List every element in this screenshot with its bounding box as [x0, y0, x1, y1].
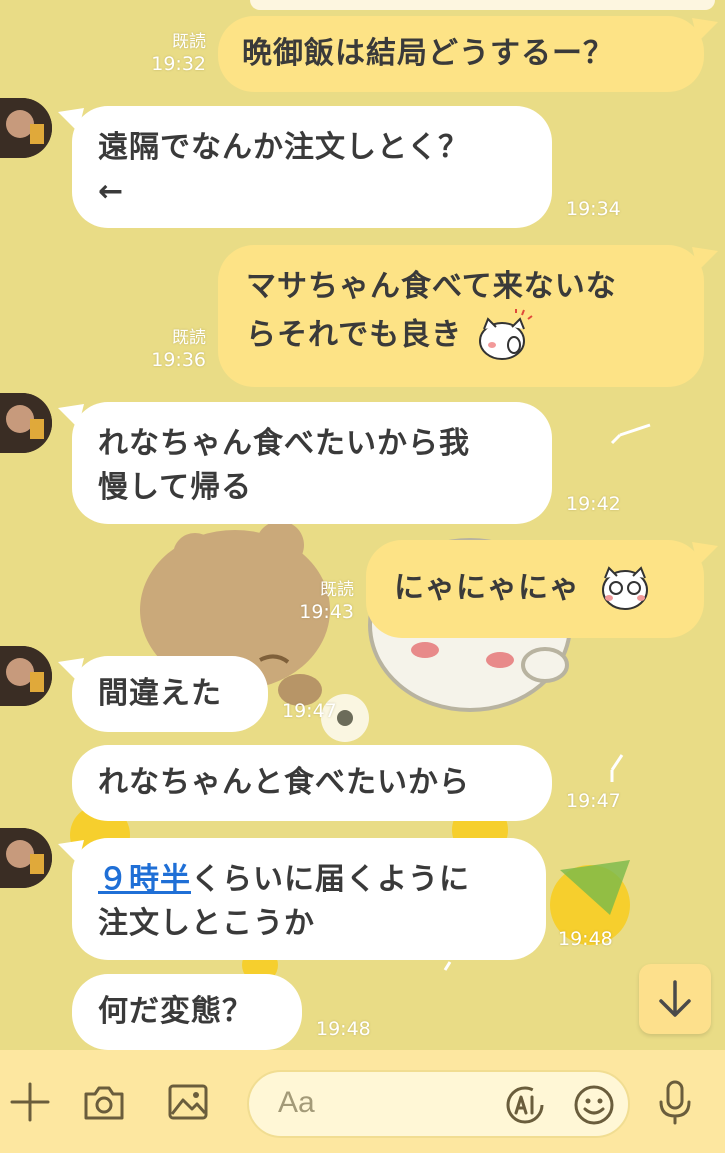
message-time: 19:48 [316, 1018, 371, 1040]
time-link[interactable]: ９時半 [98, 862, 191, 897]
message-time: 19:47 [566, 790, 621, 812]
message-bubble-incoming[interactable]: ９時半くらいに届くように 注文しとこうか [58, 838, 546, 960]
message-text: れなちゃんと食べたいから [98, 765, 470, 800]
message-text-line: 慢して帰る [98, 469, 253, 505]
image-icon[interactable] [166, 1078, 210, 1126]
message-time: 19:36 [151, 349, 206, 372]
message-text-line: くらいに届くように [191, 862, 470, 897]
bubble-tail [692, 542, 718, 566]
smiley-icon[interactable] [572, 1083, 616, 1127]
message-meta: 既読 19:32 [130, 32, 206, 77]
message-text-line: マサちゃん食べて来ないな [246, 269, 617, 304]
bubble-tail [692, 18, 718, 42]
message-time: 19:32 [151, 53, 206, 76]
message-text: にゃにゃにゃ [394, 570, 580, 606]
message-meta: 既読 19:43 [276, 580, 354, 625]
message-text-line: 遠隔でなんか注文しとく？ [98, 130, 470, 165]
message-bubble-incoming[interactable]: 遠隔でなんか注文しとく？ ← [58, 106, 552, 228]
message-time: 19:42 [566, 493, 621, 515]
message-bubble-incoming[interactable]: 何だ変態？ [72, 974, 302, 1050]
message-bubble-outgoing[interactable]: マサちゃん食べて来ないな らそれでも良き [218, 245, 718, 387]
input-placeholder: Aa [278, 1086, 315, 1119]
message-text: 何だ変態？ [98, 994, 253, 1029]
message-time: 19:43 [299, 601, 354, 624]
previous-bubble-edge [250, 0, 715, 10]
message-text-line: ← [98, 173, 125, 209]
read-receipt: 既読 [320, 580, 354, 600]
message-meta: 既読 19:36 [130, 328, 206, 373]
plus-icon[interactable] [8, 1078, 52, 1126]
cat-glasses-emoji-icon [602, 566, 649, 610]
microphone-icon[interactable] [653, 1078, 697, 1126]
message-text-line: らそれでも良き [246, 317, 463, 352]
bubble-tail [58, 840, 84, 864]
message-bubble-outgoing[interactable]: にゃにゃにゃ [366, 540, 718, 638]
bubble-tail [58, 108, 84, 132]
message-bubble-incoming[interactable]: れなちゃんと食べたいから [72, 745, 552, 821]
message-text: 間違えた [98, 676, 222, 711]
message-text: 晩御飯は結局どうするー？ [242, 36, 614, 71]
bubble-tail [58, 404, 84, 428]
message-bubble-incoming[interactable]: 間違えた [58, 656, 268, 732]
camera-icon[interactable] [82, 1078, 126, 1126]
scroll-to-bottom-button[interactable] [639, 964, 711, 1034]
ai-icon[interactable] [503, 1083, 547, 1127]
arrow-down-icon [659, 980, 691, 1017]
read-receipt: 既読 [172, 328, 206, 348]
message-bubble-incoming[interactable]: れなちゃん食べたいから我 慢して帰る [58, 402, 552, 524]
message-text-line: れなちゃん食べたいから我 [98, 426, 470, 461]
message-time: 19:34 [566, 198, 621, 220]
message-time: 19:48 [558, 928, 613, 950]
cat-shy-emoji-icon [478, 308, 533, 360]
bubble-tail [692, 247, 718, 271]
message-time: 19:47 [282, 700, 337, 722]
message-bubble-outgoing[interactable]: 晩御飯は結局どうするー？ [218, 16, 718, 92]
bubble-tail [58, 658, 84, 682]
read-receipt: 既読 [172, 32, 206, 52]
message-text-line: 注文しとこうか [98, 905, 315, 941]
